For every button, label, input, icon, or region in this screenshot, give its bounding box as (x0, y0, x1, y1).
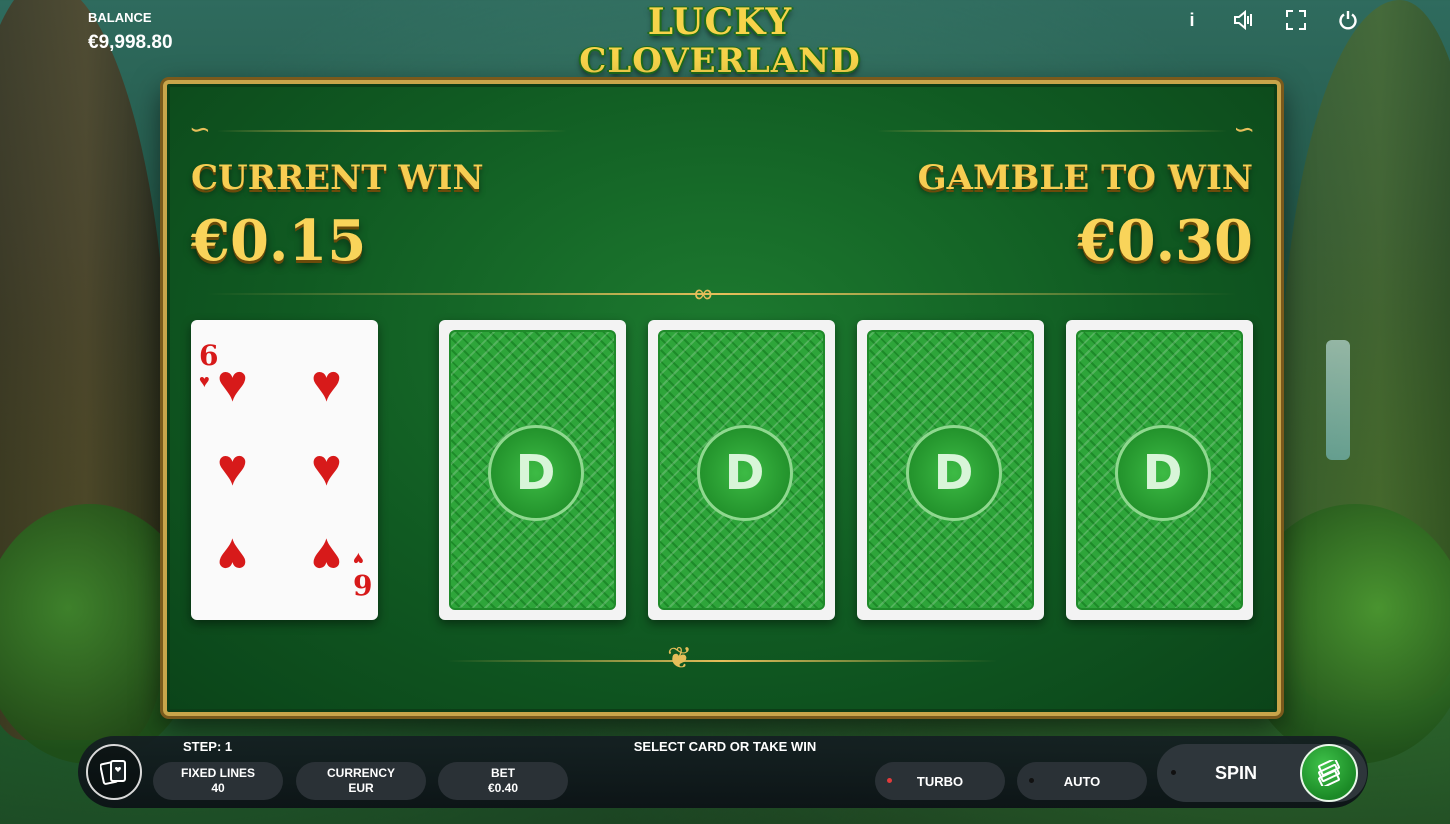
heart-icon: ♥ (311, 527, 342, 585)
gamble-panel: ∽ ∽ CURRENT WIN €0.15 GAMBLE TO WIN €0.3… (163, 80, 1281, 716)
card-back-emblem-icon: D (696, 425, 793, 521)
info-icon[interactable]: i (1180, 8, 1204, 32)
hidden-card-3[interactable]: D (857, 320, 1044, 620)
hidden-card-4[interactable]: D (1066, 320, 1253, 620)
fullscreen-icon[interactable] (1284, 8, 1308, 32)
fixed-lines-value: 40 (211, 781, 225, 795)
current-win-value: €0.15 (191, 208, 367, 274)
card-back-emblem-icon: D (487, 425, 584, 521)
divider-bottom (447, 660, 997, 662)
bet-selector[interactable]: BET €0.40 (438, 762, 568, 800)
turbo-toggle[interactable]: TURBO (875, 762, 1005, 800)
divider-top-left (217, 130, 567, 132)
sound-icon[interactable] (1232, 8, 1256, 32)
logo-line-1: LUCKY (647, 1, 793, 43)
heart-icon: ♥ (217, 355, 248, 413)
top-toolbar: i (1180, 8, 1360, 32)
currency-value: EUR (348, 781, 374, 795)
fixed-lines-label: FIXED LINES (180, 766, 255, 780)
bet-value: €0.40 (487, 781, 519, 795)
gamble-to-win-label: GAMBLE TO WIN (917, 158, 1253, 198)
card-back-emblem-icon: D (1114, 425, 1211, 521)
revealed-card: 6 ♥ ♥ ♥ ♥ ♥ ♥ ♥ ♥ 6 (191, 320, 378, 620)
spin-indicator-dot (1171, 770, 1176, 775)
card-rank-top: 6 (199, 339, 219, 372)
heart-icon: ♥ (311, 355, 342, 413)
auto-toggle[interactable]: AUTO (1017, 762, 1147, 800)
gamble-to-win-value: €0.30 (1077, 208, 1253, 274)
auto-label: AUTO (1063, 773, 1101, 789)
hidden-card-2[interactable]: D (648, 320, 835, 620)
gamble-cards-icon[interactable] (86, 744, 142, 800)
currency-label: CURRENCY (326, 766, 395, 780)
spin-label: SPIN (1215, 763, 1258, 783)
auto-indicator-dot (1029, 778, 1034, 783)
card-back-emblem-icon: D (905, 425, 1002, 521)
hidden-card-1[interactable]: D (439, 320, 626, 620)
bet-label: BET (491, 766, 515, 780)
divider-middle (207, 293, 1237, 295)
turbo-label: TURBO (916, 773, 964, 789)
balance-label: BALANCE (88, 10, 152, 25)
heart-icon: ♥ (353, 549, 364, 569)
logo-line-2: CLOVERLAND (579, 41, 861, 81)
currency-display: CURRENCY EUR (296, 762, 426, 800)
swirl-ornament-icon: ∽ (1233, 114, 1255, 144)
waterfall (1326, 340, 1350, 460)
current-win-label: CURRENT WIN (191, 158, 484, 198)
divider-top-right (877, 130, 1227, 132)
balance-value: €9,998.80 (88, 32, 173, 53)
ornament-bottom-icon: ❦ (667, 642, 693, 675)
ornament-center-icon: ∞ (694, 278, 713, 308)
fixed-lines-display: FIXED LINES 40 (153, 762, 283, 800)
heart-icon: ♥ (311, 439, 342, 497)
card-rank-bottom: 6 (353, 568, 373, 601)
heart-icon: ♥ (217, 527, 248, 585)
turbo-indicator-dot (887, 778, 892, 783)
game-logo: LUCKY CLOVERLAND (575, 2, 865, 92)
heart-icon: ♥ (217, 439, 248, 497)
cash-stack-icon (1318, 760, 1340, 786)
swirl-ornament-icon: ∽ (189, 114, 211, 144)
spin-button[interactable] (1300, 744, 1358, 802)
power-icon[interactable] (1336, 8, 1360, 32)
heart-icon: ♥ (199, 371, 210, 391)
